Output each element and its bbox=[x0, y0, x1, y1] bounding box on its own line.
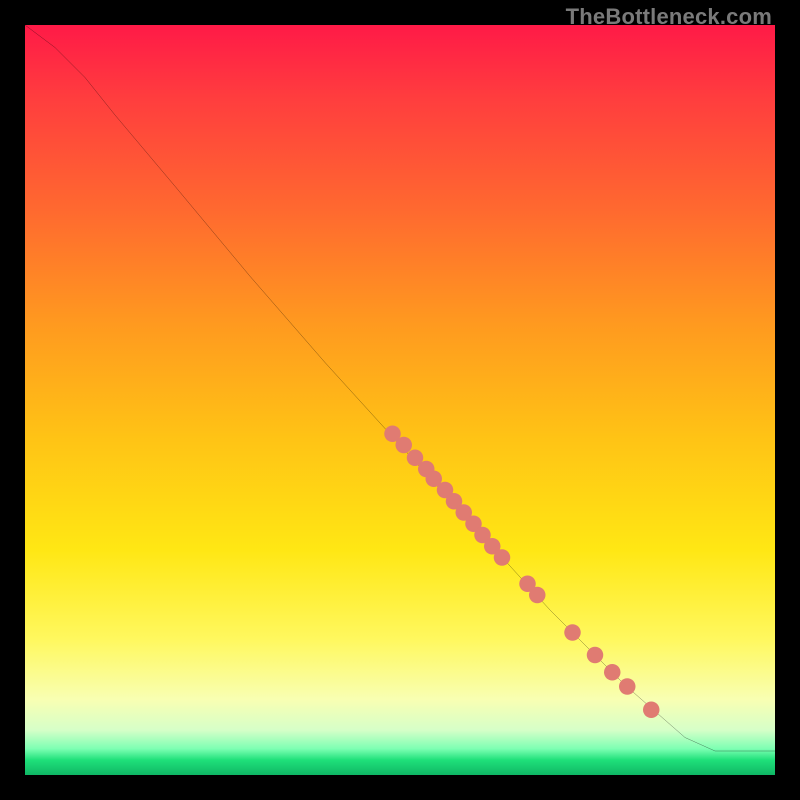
data-marker bbox=[564, 624, 581, 641]
data-marker bbox=[396, 437, 413, 454]
data-marker bbox=[587, 647, 604, 664]
data-marker bbox=[494, 549, 510, 566]
data-marker bbox=[643, 702, 660, 718]
plot-area bbox=[25, 25, 775, 775]
chart-frame: TheBottleneck.com bbox=[0, 0, 800, 800]
data-marker bbox=[604, 664, 620, 680]
curve-line bbox=[25, 25, 775, 751]
chart-overlay bbox=[25, 25, 775, 775]
markers-group bbox=[384, 426, 659, 719]
data-marker bbox=[529, 587, 546, 604]
data-marker bbox=[619, 678, 635, 694]
